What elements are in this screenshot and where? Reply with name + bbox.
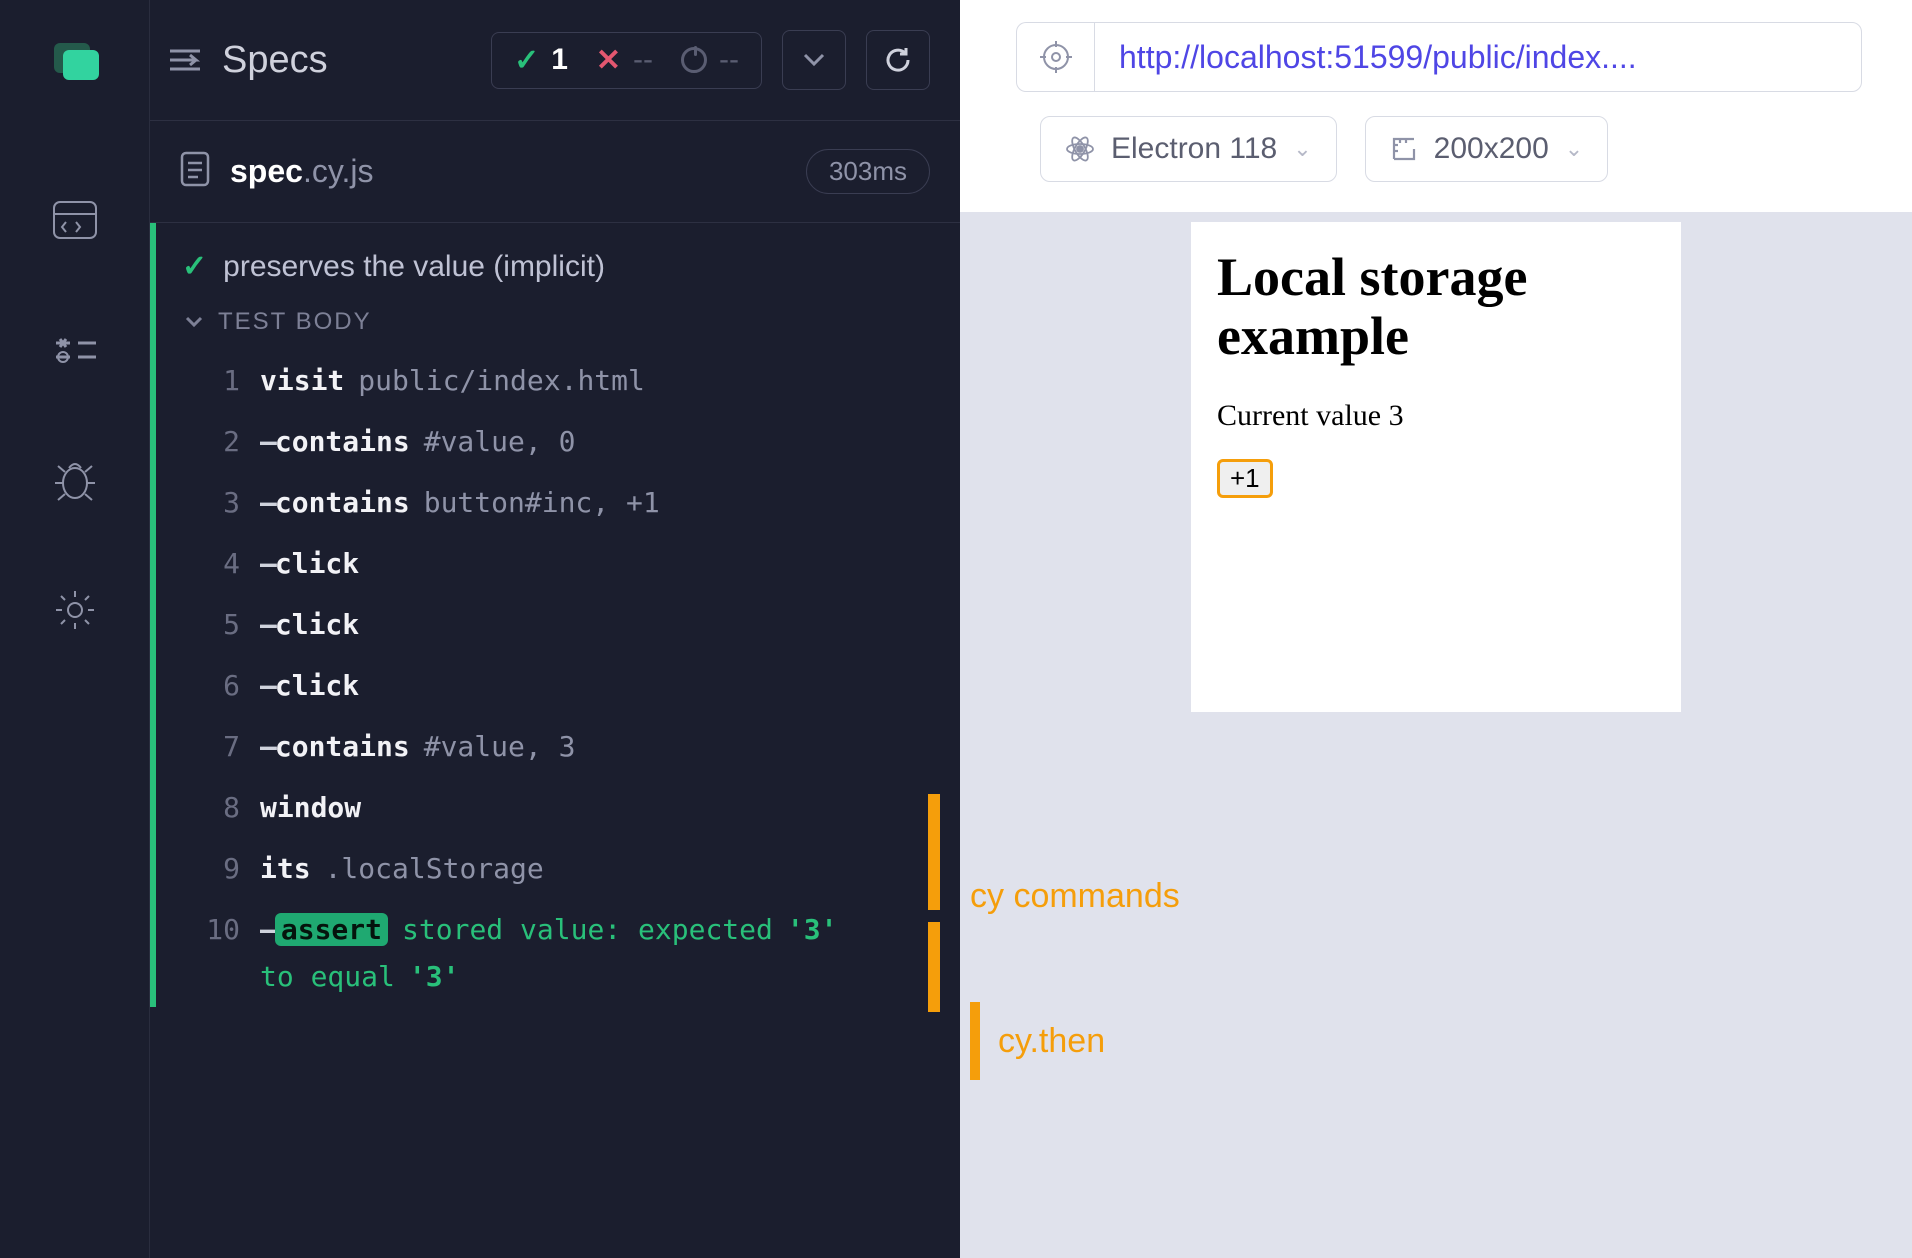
url-field[interactable]: http://localhost:51599/public/index....	[1094, 22, 1862, 92]
aut-increment-button[interactable]: +1	[1217, 459, 1273, 498]
check-icon: ✓	[182, 249, 207, 284]
nav-sidebar	[0, 0, 150, 1258]
next-button[interactable]	[782, 30, 846, 90]
command-row[interactable]: 5 –click	[182, 594, 940, 655]
line-number: 2	[200, 425, 240, 458]
command-arg: #value, 3	[424, 730, 576, 763]
test-title: preserves the value (implicit)	[223, 250, 605, 284]
preview-stage: Local storage example Current value 3 +1…	[960, 212, 1912, 1258]
annotation-cy-commands: cy commands	[970, 877, 1180, 916]
reporter-panel: Specs ✓ 1 ✕ -- -- spec.cy.js 303ms ✓ prese…	[150, 0, 960, 1258]
command-row[interactable]: 1 visit public/index.html	[182, 350, 940, 411]
assert-msg-a: stored value: expected	[402, 913, 773, 946]
browser-selector[interactable]: Electron 118 ⌄	[1040, 116, 1337, 182]
command-name: its	[260, 852, 311, 885]
line-number: 9	[200, 852, 240, 885]
command-name: –click	[260, 547, 359, 580]
line-number: 3	[200, 486, 240, 519]
command-name: –contains	[260, 425, 410, 458]
app-under-test: Local storage example Current value 3 +1	[1191, 222, 1681, 712]
aut-heading: Local storage example	[1217, 248, 1655, 367]
test-body-toggle[interactable]: TEST BODY	[184, 308, 940, 336]
body-label: TEST BODY	[218, 308, 372, 336]
assert-pill: assert	[275, 913, 388, 946]
command-row[interactable]: 9 its .localStorage	[182, 838, 940, 899]
line-number: 6	[200, 669, 240, 702]
command-row[interactable]: 6 –click	[182, 655, 940, 716]
file-icon	[180, 151, 210, 192]
nav-specs[interactable]	[45, 190, 105, 250]
line-number: 10	[200, 913, 240, 946]
reporter-header: Specs ✓ 1 ✕ -- --	[150, 0, 960, 121]
chevron-down-icon: ⌄	[1565, 136, 1583, 162]
assert-val-b: '3'	[409, 960, 460, 993]
passed-count: 1	[551, 43, 568, 77]
command-name: visit	[260, 364, 344, 397]
rerun-button[interactable]	[866, 30, 930, 90]
line-number: 5	[200, 608, 240, 641]
preview-toolbar: http://localhost:51599/public/index....	[960, 0, 1912, 92]
command-arg: #value, 0	[424, 425, 576, 458]
selector-playground-button[interactable]	[1016, 22, 1094, 92]
annotation-bar	[970, 1002, 980, 1080]
pending-count: --	[719, 43, 739, 77]
command-arg: public/index.html	[358, 364, 645, 397]
chevron-down-icon	[184, 308, 204, 336]
preview-subbar: Electron 118 ⌄ 200x200 ⌄	[960, 92, 1912, 212]
aut-current-value: Current value 3	[1217, 399, 1655, 433]
check-icon: ✓	[514, 43, 539, 78]
command-log: 1 visit public/index.html 2 –contains #value,…	[182, 350, 940, 1007]
line-number: 8	[200, 791, 240, 824]
command-name: window	[260, 791, 361, 824]
marker-cy-commands	[928, 794, 940, 910]
test-stats: ✓ 1 ✕ -- --	[491, 32, 762, 89]
nav-debug[interactable]	[45, 450, 105, 510]
electron-icon	[1065, 134, 1095, 164]
ruler-icon	[1390, 135, 1418, 163]
spec-row[interactable]: spec.cy.js 303ms	[150, 121, 960, 223]
pending-icon	[681, 47, 707, 73]
command-row[interactable]: 4 –click	[182, 533, 940, 594]
command-arg: .localStorage	[325, 852, 544, 885]
command-row[interactable]: 3 –contains button#inc, +1	[182, 472, 940, 533]
test-block: ✓ preserves the value (implicit) TEST BO…	[150, 223, 960, 1007]
url-text: http://localhost:51599/public/index....	[1119, 39, 1637, 76]
x-icon: ✕	[596, 43, 621, 78]
line-number: 1	[200, 364, 240, 397]
spec-duration: 303ms	[806, 149, 930, 194]
expand-icon[interactable]	[168, 45, 202, 75]
nav-settings[interactable]	[45, 580, 105, 640]
command-arg: button#inc, +1	[424, 486, 660, 519]
cypress-logo	[51, 40, 99, 80]
assert-msg-b: to equal	[260, 960, 395, 993]
spec-name: spec	[230, 153, 303, 189]
assert-val-a: '3'	[787, 913, 838, 946]
spec-ext: .cy.js	[303, 153, 374, 189]
annotation-cy-then: cy.then	[970, 1002, 1105, 1080]
line-number: 7	[200, 730, 240, 763]
command-name: –contains	[260, 486, 410, 519]
command-row[interactable]: 10 –assert stored value: expected '3' to…	[182, 899, 940, 1007]
failed-count: --	[633, 43, 653, 77]
command-name: –contains	[260, 730, 410, 763]
browser-label: Electron 118	[1111, 132, 1277, 166]
command-name: –click	[260, 608, 359, 641]
command-row[interactable]: 8 window	[182, 777, 940, 838]
command-name: –click	[260, 669, 359, 702]
chevron-down-icon: ⌄	[1293, 136, 1311, 162]
page-title: Specs	[222, 39, 471, 82]
command-row[interactable]: 2 –contains #value, 0	[182, 411, 940, 472]
test-title-row[interactable]: ✓ preserves the value (implicit)	[182, 249, 940, 284]
viewport-label: 200x200	[1434, 132, 1549, 166]
preview-panel: http://localhost:51599/public/index.... …	[960, 0, 1912, 1258]
command-row[interactable]: 7 –contains #value, 3	[182, 716, 940, 777]
line-number: 4	[200, 547, 240, 580]
nav-runs[interactable]	[45, 320, 105, 380]
viewport-selector[interactable]: 200x200 ⌄	[1365, 116, 1609, 182]
